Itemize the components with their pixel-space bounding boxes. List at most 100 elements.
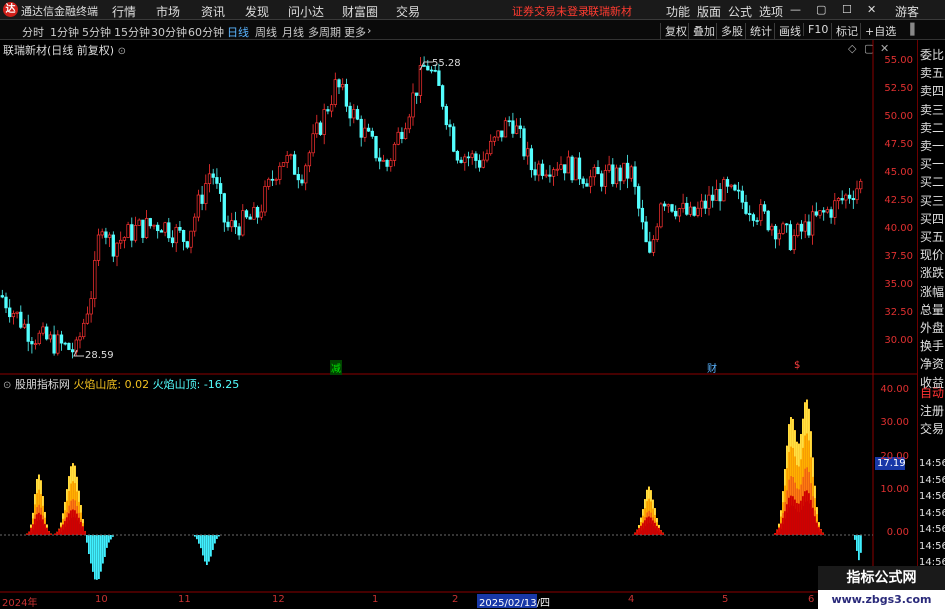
indicator-tick: 40.00 bbox=[880, 384, 909, 395]
flame-bar-base bbox=[792, 496, 794, 535]
quote-field-label: 卖五 bbox=[920, 66, 945, 81]
chevron-right-icon[interactable]: › bbox=[367, 24, 371, 37]
period-more[interactable]: 更多 bbox=[344, 24, 366, 40]
menu-ask[interactable]: 问小达 bbox=[288, 3, 324, 20]
candle-body bbox=[278, 165, 282, 180]
menu-formula[interactable]: 公式 bbox=[728, 3, 752, 20]
candle-body bbox=[322, 109, 326, 135]
tick-time: 14:56 bbox=[919, 507, 945, 519]
candle-body bbox=[230, 220, 234, 228]
candle-body bbox=[48, 334, 53, 340]
candle-body bbox=[111, 234, 115, 257]
period-intraday[interactable]: 分时 bbox=[22, 24, 44, 40]
price-tick: 52.50 bbox=[884, 83, 913, 94]
menu-options[interactable]: 选项 bbox=[759, 3, 783, 20]
candle-body bbox=[773, 225, 778, 240]
menu-layout[interactable]: 版面 bbox=[697, 3, 721, 20]
candle-body bbox=[70, 349, 75, 353]
candle-body bbox=[555, 168, 559, 171]
candle-body bbox=[241, 210, 245, 236]
flame-dip-bar bbox=[198, 535, 200, 544]
tool-multistock[interactable]: 多股 bbox=[716, 23, 743, 39]
event-marker-dividend[interactable]: $ bbox=[794, 360, 800, 371]
candle-body bbox=[122, 237, 127, 241]
indicator-line2-value: -16.25 bbox=[203, 378, 240, 391]
candle-body bbox=[570, 156, 574, 181]
flame-bar-base bbox=[80, 522, 82, 535]
flame-bar-base bbox=[820, 529, 822, 535]
candle-body bbox=[711, 194, 715, 201]
current-value-badge: 17.19 bbox=[877, 458, 906, 469]
candle-body bbox=[52, 334, 56, 354]
menu-market[interactable]: 市场 bbox=[156, 3, 180, 20]
period-60min[interactable]: 60分钟 bbox=[188, 24, 224, 40]
candle-body bbox=[503, 120, 508, 138]
candle-body bbox=[829, 209, 833, 218]
candle-body bbox=[859, 180, 863, 190]
menu-trade[interactable]: 交易 bbox=[396, 3, 420, 20]
candle-body bbox=[26, 323, 30, 342]
flame-dip-bar bbox=[96, 535, 98, 580]
flame-bar bbox=[80, 505, 82, 513]
period-15min[interactable]: 15分钟 bbox=[114, 24, 150, 40]
flame-bar-base bbox=[784, 511, 786, 535]
candle-body bbox=[403, 128, 408, 140]
quote-panel-link[interactable]: 交易 bbox=[920, 420, 944, 437]
flame-bar bbox=[792, 418, 794, 448]
flame-bar bbox=[32, 512, 34, 519]
period-1min[interactable]: 1分钟 bbox=[50, 24, 79, 40]
candle-body bbox=[529, 148, 534, 171]
toolbar-handle-icon[interactable]: ▐ bbox=[902, 23, 914, 36]
tool-draw[interactable]: 画线 bbox=[774, 23, 801, 39]
period-multi[interactable]: 多周期 bbox=[308, 24, 341, 40]
event-marker-reduce[interactable]: 减 bbox=[330, 360, 342, 375]
menu-news[interactable]: 资讯 bbox=[201, 3, 225, 20]
menu-function[interactable]: 功能 bbox=[666, 3, 690, 20]
flame-bar bbox=[800, 434, 802, 460]
chart-canvas[interactable] bbox=[0, 40, 917, 609]
tool-adjust[interactable]: 复权 bbox=[660, 23, 687, 39]
period-daily[interactable]: 日线 bbox=[227, 24, 249, 40]
restore-window-icon[interactable]: ▢ bbox=[816, 3, 826, 16]
quote-panel-link[interactable]: 注册 bbox=[920, 402, 944, 419]
candle-body bbox=[685, 202, 689, 215]
flame-bar-base bbox=[802, 496, 804, 535]
menu-discover[interactable]: 发现 bbox=[245, 3, 269, 20]
candle-body bbox=[692, 206, 696, 216]
tool-add-watchlist[interactable]: +自选 bbox=[860, 23, 896, 39]
period-5min[interactable]: 5分钟 bbox=[82, 24, 111, 40]
quote-panel: KR 000 委比卖五卖四卖三卖二卖一买一买二买三买四买五现价涨跌涨幅总量外盘换… bbox=[917, 40, 945, 609]
flame-bar bbox=[816, 507, 818, 515]
maximize-window-icon[interactable]: ☐ bbox=[842, 3, 852, 16]
menu-quotes[interactable]: 行情 bbox=[112, 3, 136, 20]
tool-overlay[interactable]: 叠加 bbox=[688, 23, 715, 39]
menu-wealth[interactable]: 财富圈 bbox=[342, 3, 378, 20]
period-monthly[interactable]: 月线 bbox=[282, 24, 304, 40]
quote-panel-link[interactable]: 自动 bbox=[920, 384, 944, 401]
indicator-menu-icon[interactable]: ⊙ bbox=[3, 380, 11, 391]
close-window-icon[interactable]: ✕ bbox=[867, 3, 876, 16]
flame-bar-base bbox=[644, 520, 646, 535]
candle-body bbox=[459, 159, 463, 163]
period-weekly[interactable]: 周线 bbox=[255, 24, 277, 40]
event-marker-finance[interactable]: 财 bbox=[707, 360, 717, 375]
flame-bar bbox=[646, 489, 648, 502]
price-tick: 37.50 bbox=[884, 251, 913, 262]
candle-body bbox=[189, 230, 193, 248]
period-30min[interactable]: 30分钟 bbox=[151, 24, 187, 40]
candle-body bbox=[126, 224, 130, 238]
tool-stats[interactable]: 统计 bbox=[745, 23, 772, 39]
flame-bar bbox=[644, 499, 646, 509]
candle-body bbox=[78, 336, 82, 341]
candle-body bbox=[252, 206, 256, 220]
flame-bar-base bbox=[70, 510, 72, 535]
tool-mark[interactable]: 标记 bbox=[831, 23, 858, 39]
guest-button[interactable]: 游客 bbox=[895, 3, 919, 20]
candle-body bbox=[496, 130, 500, 138]
tool-f10[interactable]: F10 bbox=[803, 23, 828, 36]
login-warning[interactable]: 证券交易未登录 bbox=[512, 3, 589, 19]
date-tick: 1 bbox=[372, 594, 379, 605]
indicator-header: ⊙ 股朋指标网 火焰山底: 0.02 火焰山顶: -16.25 bbox=[3, 376, 239, 392]
candle-body bbox=[348, 105, 352, 119]
minimize-window-icon[interactable]: — bbox=[790, 3, 801, 16]
